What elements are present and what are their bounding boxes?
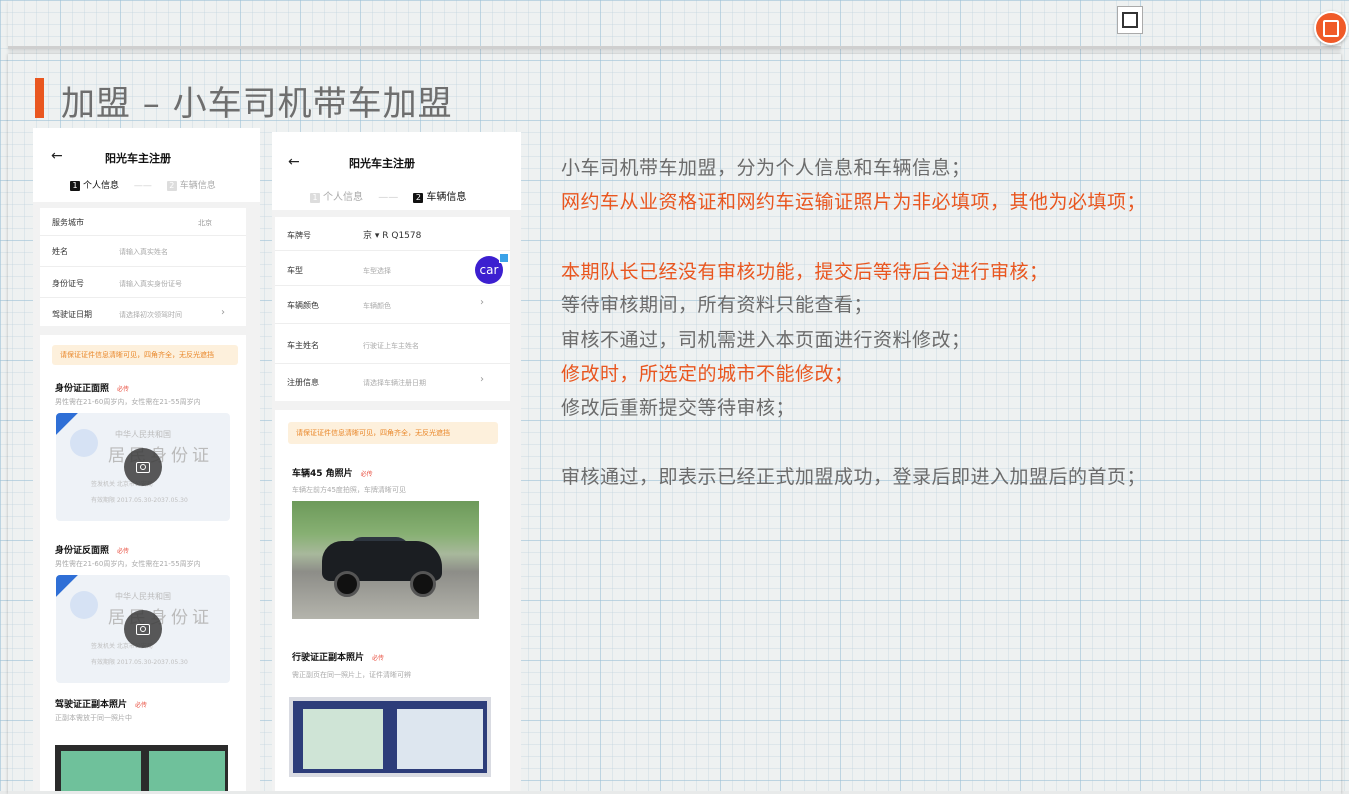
tab-vehicle-info[interactable]: 车辆信息: [180, 181, 216, 191]
notice-banner: 请保证证件信息清晰可见，四角齐全，无反光遮挡: [288, 422, 498, 444]
phone-mockup-vehicle-info: ← 阳光车主注册 1 个人信息 —— 2 车辆信息 车牌号 京 ▾ R Q1578 …: [272, 132, 521, 791]
phone-title: 阳光车主注册: [349, 157, 415, 170]
slides-icon[interactable]: [1314, 11, 1348, 45]
field-id-number[interactable]: 身份证号 请输入真实身份证号: [40, 267, 246, 298]
image-frame-icon[interactable]: [1117, 6, 1143, 34]
step-separator: ——: [133, 181, 152, 191]
tab-personal-info[interactable]: 个人信息: [323, 192, 363, 203]
tab-vehicle-info[interactable]: 车辆信息: [426, 192, 466, 203]
step-1-number: 1: [70, 181, 80, 191]
phone-mockup-personal-info: ← 阳光车主注册 1 个人信息 —— 2 车辆信息 服务城市 北京 姓名 请输入真实…: [33, 128, 260, 791]
field-plate-number[interactable]: 车牌号 京 ▾ R Q1578: [275, 217, 510, 251]
section-desc: 男性需在21-60周岁内，女性需在21-55周岁内: [55, 398, 201, 406]
notice-banner: 请保证证件信息清晰可见，四角齐全，无反光遮挡: [52, 345, 238, 365]
back-arrow-icon[interactable]: ←: [288, 154, 300, 170]
desc-line-6: 审核不通过，司机需进入本页面进行资料修改；: [561, 329, 971, 351]
required-badge: 必传: [117, 386, 130, 393]
page-title: 加盟 – 小车司机带车加盟: [61, 84, 453, 124]
step-2-number: 2: [413, 193, 424, 203]
section-title-driving-license: 驾驶证正副本照片 必传: [55, 700, 148, 710]
field-service-city[interactable]: 服务城市 北京: [40, 208, 246, 236]
step-1-number: 1: [310, 193, 320, 203]
title-accent-bar: [35, 78, 44, 118]
field-license-date[interactable]: 驾驶证日期 请选择初次领驾时间 ›: [40, 298, 246, 328]
step-separator: ——: [378, 192, 399, 203]
step-indicator: 1 个人信息 —— 2 车辆信息: [70, 178, 216, 191]
driving-license-photo[interactable]: [55, 745, 228, 791]
camera-icon[interactable]: [124, 610, 162, 648]
required-badge: 必传: [117, 548, 130, 555]
phone-title: 阳光车主注册: [105, 152, 171, 165]
step-indicator: 1 个人信息 —— 2 车辆信息: [310, 188, 466, 203]
field-owner-name[interactable]: 车主姓名 行驶证上车主姓名: [275, 324, 510, 364]
tab-personal-info[interactable]: 个人信息: [83, 181, 119, 191]
upload-section: 请保证证件信息清晰可见，四角齐全，无反光遮挡 车辆45 角照片 必传 车辆左前方4…: [275, 410, 510, 791]
phone-header: ← 阳光车主注册 1 个人信息 —— 2 车辆信息: [272, 132, 521, 210]
phone-header: ← 阳光车主注册 1 个人信息 —— 2 车辆信息: [33, 128, 260, 202]
camera-icon[interactable]: [124, 448, 162, 486]
field-name[interactable]: 姓名 请输入真实姓名: [40, 236, 246, 267]
desc-line-2: 网约车从业资格证和网约车运输证照片为非必填项，其他为必填项；: [561, 191, 1147, 213]
field-registration[interactable]: 注册信息 请选择车辆注册日期 ›: [275, 364, 510, 402]
desc-line-7: 修改时，所选定的城市不能修改；: [561, 363, 854, 385]
section-title-vehicle-license: 行驶证正副本照片 必传: [292, 653, 385, 663]
section-title-id-front: 身份证正面照 必传: [55, 384, 130, 394]
section-desc: 男性需在21-60周岁内，女性需在21-55周岁内: [55, 560, 201, 568]
section-title-car-photo: 车辆45 角照片 必传: [292, 469, 373, 479]
desc-line-4: 本期队长已经没有审核功能，提交后等待后台进行审核；: [561, 261, 1049, 283]
section-title-id-back: 身份证反面照 必传: [55, 546, 130, 556]
desc-line-8: 修改后重新提交等待审核；: [561, 397, 796, 419]
vehicle-info-form: 车牌号 京 ▾ R Q1578 车型 车型选择 车辆颜色 车辆颜色 › 车主姓名…: [275, 217, 510, 401]
chevron-right-icon: ›: [221, 307, 225, 318]
upload-section: 请保证证件信息清晰可见，四角齐全，无反光遮挡 身份证正面照 必传 男性需在21-6…: [40, 335, 246, 791]
section-desc: 车辆左前方45度拍照，车牌清晰可见: [292, 486, 406, 494]
desc-line-1: 小车司机带车加盟，分为个人信息和车辆信息；: [561, 157, 971, 179]
back-arrow-icon[interactable]: ←: [51, 148, 63, 164]
vehicle-license-photo[interactable]: [289, 697, 491, 777]
id-card-back-upload[interactable]: 中华人民共和国 居民身份证 签发机关 北京市公安局 有效期限 2017.05.3…: [56, 575, 230, 683]
section-desc: 正副本需放于同一照片中: [55, 714, 132, 722]
chevron-right-icon: ›: [480, 297, 484, 308]
desc-line-10: 审核通过，即表示已经正式加盟成功，登录后即进入加盟后的首页；: [561, 466, 1147, 488]
personal-info-form: 服务城市 北京 姓名 请输入真实姓名 身份证号 请输入真实身份证号 驾驶证日期 …: [40, 208, 246, 326]
required-badge: 必传: [135, 702, 148, 709]
section-desc: 需正副页在同一照片上，证件清晰可辨: [292, 671, 411, 679]
chevron-right-icon: ›: [480, 374, 484, 385]
required-badge: 必传: [360, 471, 373, 478]
step-2-number: 2: [166, 181, 177, 191]
desc-line-5: 等待审核期间，所有资料只能查看；: [561, 294, 874, 316]
required-badge: 必传: [372, 655, 385, 662]
id-card-front-upload[interactable]: 中华人民共和国 居民身份证 签发机关 北京市公安局 有效期限 2017.05.3…: [56, 413, 230, 521]
field-car-color[interactable]: 车辆颜色 车辆颜色 ›: [275, 286, 510, 324]
car-45-degree-photo[interactable]: [292, 501, 479, 619]
badge-icon: [499, 253, 509, 263]
